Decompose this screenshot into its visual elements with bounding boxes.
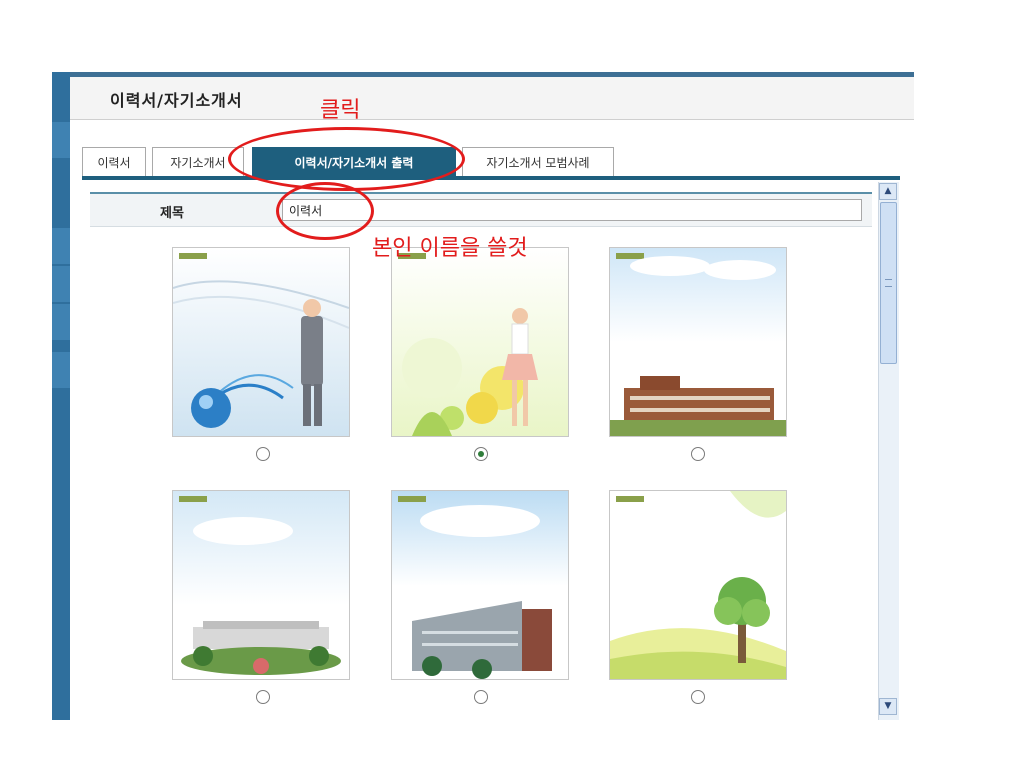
page-title: 이력서/자기소개서 [110,91,243,110]
tab-underline [82,176,900,180]
modern-building-image [392,491,568,679]
brick-building-image [610,248,786,436]
scrollbar-grip-icon [885,279,892,287]
template-radio-6[interactable] [691,690,705,704]
annotation-ellipse-title [276,182,374,240]
tab-resume[interactable]: 이력서 [82,147,146,176]
annotation-ellipse-tab [228,127,465,191]
businessman-globe-image [173,248,349,436]
template-thumbnail-campus-garden[interactable] [172,490,350,680]
tab-examples[interactable]: 자기소개서 모범사례 [462,147,614,176]
annotation-click: 클릭 [320,98,361,123]
scroll-up-arrow-icon[interactable]: ▲ [879,183,897,200]
template-thumbnail-woman[interactable] [391,247,569,437]
template-thumbnail-tree-field[interactable] [609,490,787,680]
title-label: 제목 [160,206,184,221]
template-radio-2[interactable] [474,447,488,461]
template-thumbnail-modern-building[interactable] [391,490,569,680]
left-rail [52,72,70,720]
template-radio-5[interactable] [474,690,488,704]
scroll-down-arrow-icon[interactable]: ▼ [879,698,897,715]
template-radio-1[interactable] [256,447,270,461]
annotation-name-hint: 본인 이름을 쓸것 [372,236,528,261]
template-thumbnail-brick-building[interactable] [609,247,787,437]
woman-flowers-image [392,248,568,436]
template-thumbnail-businessman[interactable] [172,247,350,437]
template-radio-4[interactable] [256,690,270,704]
campus-garden-image [173,491,349,679]
template-radio-3[interactable] [691,447,705,461]
tree-field-image [610,491,786,679]
